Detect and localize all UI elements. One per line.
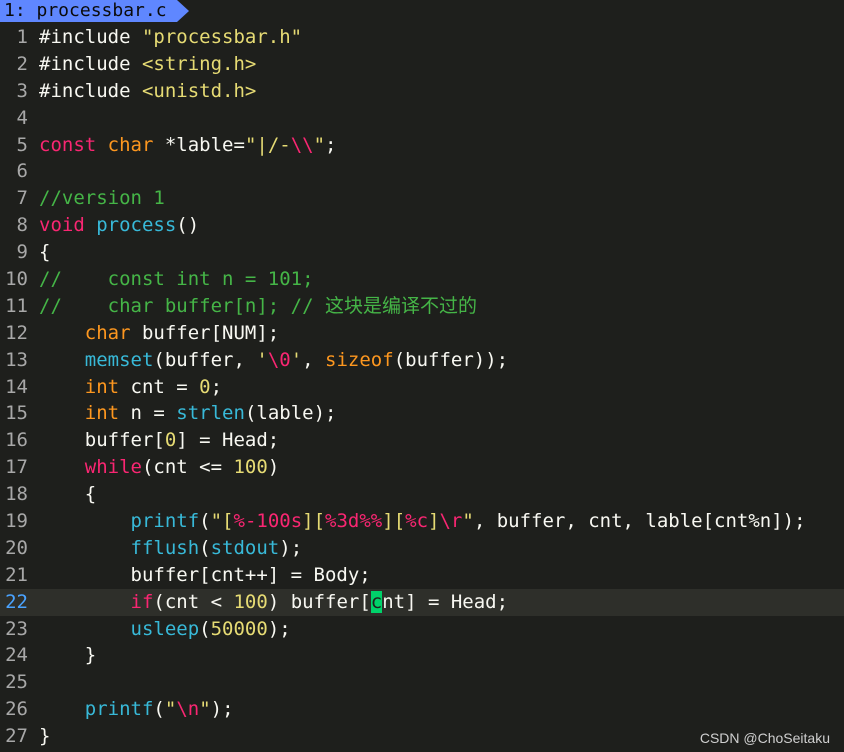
code-text[interactable]: int n = strlen(lable); — [39, 400, 337, 427]
code-line[interactable]: 5 const char *lable="|/-\\"; — [0, 132, 844, 159]
code-line[interactable]: 12 char buffer[NUM]; — [0, 320, 844, 347]
code-line[interactable]: 24 } — [0, 642, 844, 669]
code-text[interactable]: int cnt = 0; — [39, 374, 222, 401]
code-editor[interactable]: 1 #include "processbar.h" 2 #include <strin… — [0, 24, 844, 750]
line-number: 6 — [16, 160, 28, 183]
code-line[interactable]: 4 — [0, 105, 844, 132]
line-number: 26 — [5, 698, 28, 721]
code-line[interactable]: 21 buffer[cnt++] = Body; — [0, 562, 844, 589]
code-text[interactable]: while(cnt <= 100) — [39, 454, 280, 481]
code-text[interactable]: printf("\n"); — [39, 696, 234, 723]
code-line[interactable]: 20 fflush(stdout); — [0, 535, 844, 562]
tab-bar: 1: processbar.c — [0, 0, 844, 22]
code-text[interactable]: usleep(50000); — [39, 616, 291, 643]
code-line[interactable]: 18 { — [0, 481, 844, 508]
line-number: 7 — [16, 187, 28, 210]
code-text[interactable]: #include <string.h> — [39, 51, 256, 78]
line-number: 17 — [5, 456, 28, 479]
line-number: 21 — [5, 563, 28, 586]
line-number: 11 — [5, 294, 28, 317]
code-text[interactable]: #include <unistd.h> — [39, 78, 256, 105]
line-number: 13 — [5, 348, 28, 371]
line-number: 23 — [5, 617, 28, 640]
code-text[interactable]: } — [39, 642, 96, 669]
line-number: 10 — [5, 268, 28, 291]
code-line[interactable]: 8 void process() — [0, 212, 844, 239]
line-number: 18 — [5, 483, 28, 506]
line-number: 4 — [16, 106, 28, 129]
line-number: 25 — [5, 671, 28, 694]
line-number: 22 — [5, 590, 28, 613]
code-line[interactable]: 19 printf("[%-100s][%3d%%][%c]\r", buffe… — [0, 508, 844, 535]
code-text[interactable]: void process() — [39, 212, 199, 239]
line-number: 20 — [5, 536, 28, 559]
code-text[interactable]: // const int n = 101; — [39, 266, 314, 293]
line-number: 19 — [5, 510, 28, 533]
code-line[interactable]: 3 #include <unistd.h> — [0, 78, 844, 105]
code-text[interactable]: char buffer[NUM]; — [39, 320, 279, 347]
code-line[interactable]: 11 // char buffer[n]; // 这块是编译不过的 — [0, 293, 844, 320]
line-number: 15 — [5, 402, 28, 425]
line-number: 3 — [16, 79, 28, 102]
code-text[interactable]: // char buffer[n]; // 这块是编译不过的 — [39, 293, 477, 320]
line-number: 2 — [16, 52, 28, 75]
code-line[interactable]: 9{ — [0, 239, 844, 266]
tab-label: 1: processbar.c — [4, 0, 167, 21]
code-text[interactable]: buffer[cnt++] = Body; — [39, 562, 371, 589]
line-number: 27 — [5, 725, 28, 748]
code-line[interactable]: 17 while(cnt <= 100) — [0, 454, 844, 481]
code-text[interactable]: printf("[%-100s][%3d%%][%c]\r", buffer, … — [39, 508, 806, 535]
line-number: 5 — [16, 133, 28, 156]
code-line[interactable]: 25 — [0, 669, 844, 696]
code-line[interactable]: 1 #include "processbar.h" — [0, 24, 844, 51]
line-number: 14 — [5, 375, 28, 398]
line-number: 8 — [16, 214, 28, 237]
code-text[interactable]: if(cnt < 100) buffer[cnt] = Head; — [39, 589, 508, 616]
line-number: 12 — [5, 321, 28, 344]
line-number: 24 — [5, 644, 28, 667]
code-line[interactable]: 2 #include <string.h> — [0, 51, 844, 78]
code-text[interactable]: buffer[0] = Head; — [39, 427, 280, 454]
tab-arrow-icon — [177, 0, 189, 22]
code-line[interactable]: 16 buffer[0] = Head; — [0, 427, 844, 454]
code-line[interactable]: 22 if(cnt < 100) buffer[cnt] = Head; — [0, 588, 844, 616]
code-line[interactable]: 13 memset(buffer, '\0', sizeof(buffer)); — [0, 347, 844, 374]
code-line[interactable]: 6 — [0, 158, 844, 185]
text-cursor: c — [370, 590, 383, 613]
line-number: 9 — [16, 241, 28, 264]
tab-processbar[interactable]: 1: processbar.c — [0, 0, 177, 22]
code-text[interactable]: #include "processbar.h" — [39, 24, 302, 51]
code-text[interactable]: { — [39, 239, 50, 266]
code-line[interactable]: 15 int n = strlen(lable); — [0, 400, 844, 427]
code-line[interactable]: 23 usleep(50000); — [0, 616, 844, 643]
watermark: CSDN @ChoSeitaku — [699, 730, 830, 746]
code-text[interactable]: memset(buffer, '\0', sizeof(buffer)); — [39, 347, 508, 374]
code-text[interactable]: //version 1 — [39, 185, 165, 212]
code-text[interactable]: const char *lable="|/-\\"; — [39, 132, 337, 159]
code-line[interactable]: 14 int cnt = 0; — [0, 374, 844, 401]
code-text[interactable]: { — [39, 481, 96, 508]
code-line[interactable]: 10 // const int n = 101; — [0, 266, 844, 293]
line-number: 16 — [5, 429, 28, 452]
line-number: 1 — [16, 26, 28, 48]
code-text[interactable]: } — [39, 723, 50, 750]
code-line[interactable]: 7 //version 1 — [0, 185, 844, 212]
code-line[interactable]: 26 printf("\n"); — [0, 696, 844, 723]
code-text[interactable]: fflush(stdout); — [39, 535, 303, 562]
